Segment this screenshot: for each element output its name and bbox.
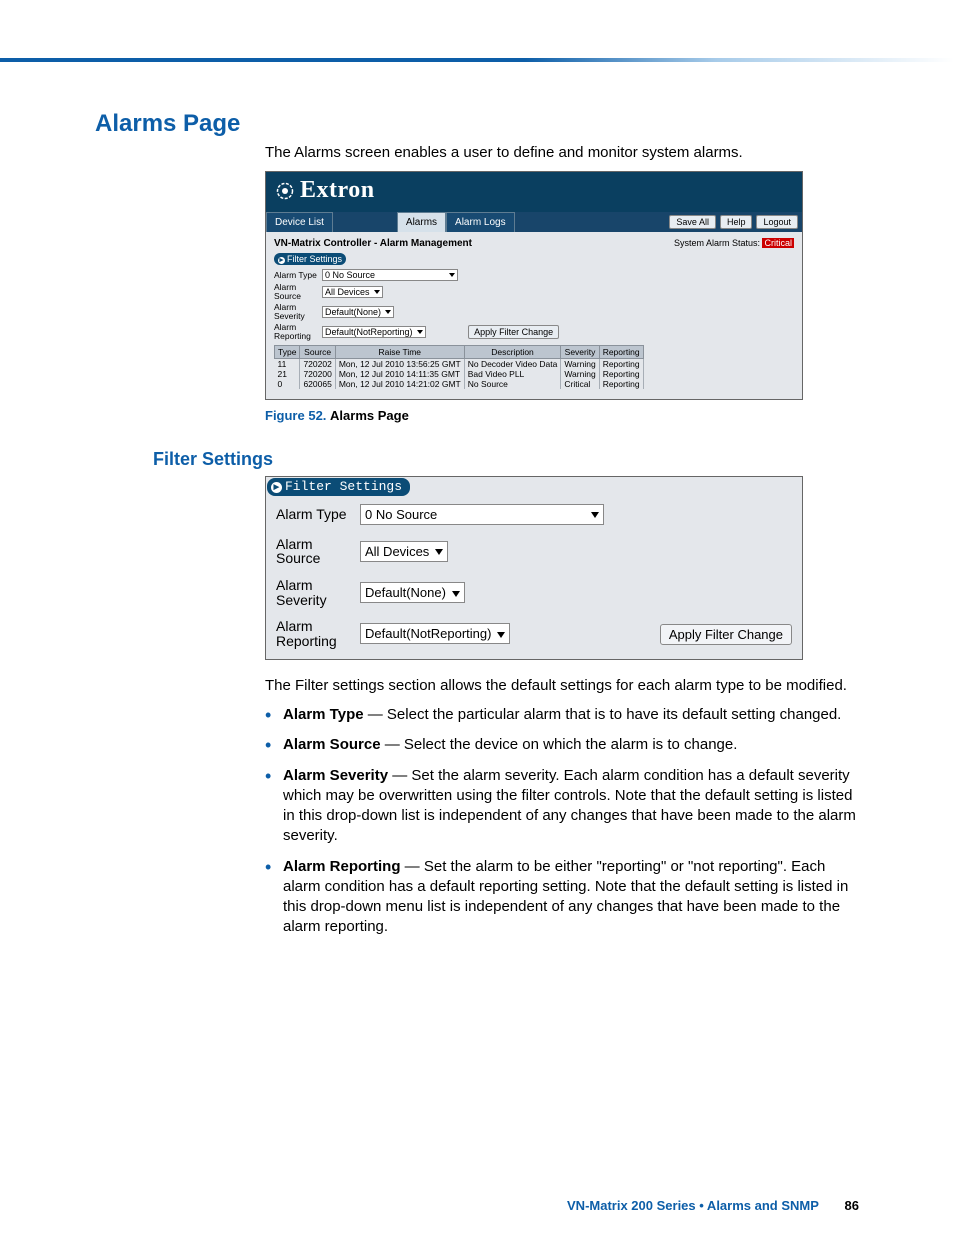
mgmt-heading: VN-Matrix Controller - Alarm Management — [274, 238, 472, 249]
list-item: Alarm Source — Select the device on whic… — [265, 735, 859, 755]
filter-settings-screenshot: ►Filter Settings Alarm Type 0 No Source … — [265, 476, 803, 660]
table-cell: Mon, 12 Jul 2010 13:56:25 GMT — [335, 358, 464, 369]
col-source[interactable]: Source — [300, 345, 335, 358]
brand-word: Extron — [300, 177, 375, 204]
table-row: 11720202Mon, 12 Jul 2010 13:56:25 GMTNo … — [275, 358, 644, 369]
filter-settings-heading: Filter Settings — [153, 449, 859, 470]
page-footer: VN-Matrix 200 Series • Alarms and SNMP 8… — [567, 1198, 859, 1213]
sel2-alarm-source[interactable]: All Devices — [360, 541, 448, 562]
apply-filter-button-large[interactable]: Apply Filter Change — [660, 624, 792, 645]
top-tabs: Device List Alarms Alarm Logs Save All H… — [266, 212, 802, 232]
tab-device-list[interactable]: Device List — [266, 212, 333, 232]
brand-bar: Extron — [266, 172, 802, 212]
help-button[interactable]: Help — [720, 215, 753, 229]
table-cell: 620065 — [300, 379, 335, 389]
table-row: 21720200Mon, 12 Jul 2010 14:11:35 GMTBad… — [275, 369, 644, 379]
table-cell: 720200 — [300, 369, 335, 379]
lbl-alarm-severity: Alarm Severity — [274, 303, 322, 321]
sel-alarm-reporting[interactable]: Default(NotReporting) — [322, 326, 426, 338]
table-cell: 720202 — [300, 358, 335, 369]
lbl2-alarm-severity: Alarm Severity — [276, 578, 360, 607]
page-title: Alarms Page — [95, 110, 859, 138]
system-alarm-status: System Alarm Status: Critical — [674, 238, 794, 249]
list-item: Alarm Reporting — Set the alarm to be ei… — [265, 857, 859, 938]
table-cell: 0 — [275, 379, 300, 389]
table-cell: Warning — [561, 369, 599, 379]
save-all-button[interactable]: Save All — [669, 215, 716, 229]
table-cell: Reporting — [599, 369, 643, 379]
body-intro: The Filter settings section allows the d… — [265, 676, 859, 696]
lbl-alarm-source: Alarm Source — [274, 283, 322, 301]
table-row: 0620065Mon, 12 Jul 2010 14:21:02 GMTNo S… — [275, 379, 644, 389]
sel2-alarm-type[interactable]: 0 No Source — [360, 504, 604, 525]
col-description[interactable]: Description — [464, 345, 561, 358]
table-cell: Warning — [561, 358, 599, 369]
col-reporting[interactable]: Reporting — [599, 345, 643, 358]
bullet-text: — Select the particular alarm that is to… — [364, 706, 842, 723]
apply-filter-button[interactable]: Apply Filter Change — [468, 325, 559, 339]
col-severity[interactable]: Severity — [561, 345, 599, 358]
lbl2-alarm-reporting: Alarm Reporting — [276, 619, 360, 648]
sel2-alarm-severity[interactable]: Default(None) — [360, 582, 465, 603]
alarms-table: Type Source Raise Time Description Sever… — [274, 345, 644, 389]
bullet-term: Alarm Reporting — [283, 858, 401, 875]
table-cell: No Source — [464, 379, 561, 389]
table-cell: 11 — [275, 358, 300, 369]
tab-alarm-logs[interactable]: Alarm Logs — [446, 212, 515, 232]
bullet-term: Alarm Type — [283, 706, 364, 723]
table-cell: Mon, 12 Jul 2010 14:21:02 GMT — [335, 379, 464, 389]
tab-alarms[interactable]: Alarms — [397, 212, 446, 232]
sel-alarm-source[interactable]: All Devices — [322, 286, 383, 298]
lbl-alarm-type: Alarm Type — [274, 271, 322, 280]
table-cell: Critical — [561, 379, 599, 389]
logout-button[interactable]: Logout — [756, 215, 798, 229]
table-cell: 21 — [275, 369, 300, 379]
list-item: Alarm Type — Select the particular alarm… — [265, 705, 859, 725]
lbl-alarm-reporting: Alarm Reporting — [274, 323, 322, 341]
table-cell: Reporting — [599, 358, 643, 369]
alarms-page-screenshot: Extron Device List Alarms Alarm Logs Sav… — [265, 171, 803, 400]
table-cell: No Decoder Video Data — [464, 358, 561, 369]
lbl2-alarm-type: Alarm Type — [276, 507, 360, 522]
lbl2-alarm-source: Alarm Source — [276, 537, 360, 566]
bullet-term: Alarm Severity — [283, 767, 388, 784]
intro-text: The Alarms screen enables a user to defi… — [265, 144, 859, 161]
table-cell: Mon, 12 Jul 2010 14:11:35 GMT — [335, 369, 464, 379]
sel2-alarm-reporting[interactable]: Default(NotReporting) — [360, 623, 510, 644]
table-cell: Bad Video PLL — [464, 369, 561, 379]
doc-top-band — [0, 0, 954, 60]
col-raise-time[interactable]: Raise Time — [335, 345, 464, 358]
bullet-term: Alarm Source — [283, 736, 381, 753]
table-cell: Reporting — [599, 379, 643, 389]
filter-settings-pill-large[interactable]: ►Filter Settings — [267, 478, 410, 496]
filter-settings-pill[interactable]: ►Filter Settings — [274, 253, 346, 265]
col-type[interactable]: Type — [275, 345, 300, 358]
list-item: Alarm Severity — Set the alarm severity.… — [265, 766, 859, 847]
sel-alarm-type[interactable]: 0 No Source — [322, 269, 458, 281]
status-badge: Critical — [762, 238, 794, 248]
sel-alarm-severity[interactable]: Default(None) — [322, 306, 394, 318]
bullet-text: — Select the device on which the alarm i… — [381, 736, 738, 753]
extron-logo-icon — [276, 182, 294, 200]
body-bullet-list: Alarm Type — Select the particular alarm… — [265, 705, 859, 938]
figure-caption: Figure 52. Alarms Page — [265, 408, 859, 423]
